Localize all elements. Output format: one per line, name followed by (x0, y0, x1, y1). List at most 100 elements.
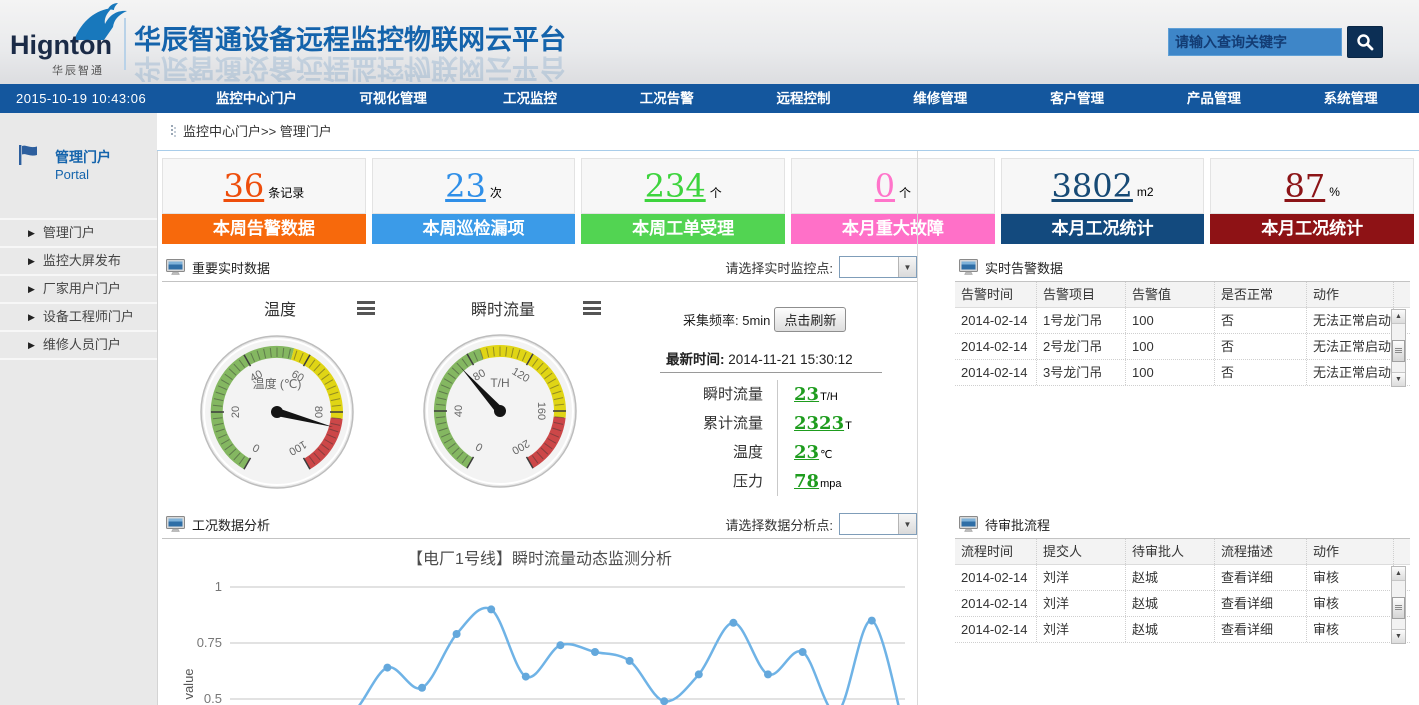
logo-brand: Hignton (10, 30, 112, 61)
reading-row-3: 压力78mpa (645, 467, 905, 496)
stat-card-value-area: 3802m2 (1001, 158, 1205, 214)
sidebar-menu: ▶管理门户▶监控大屏发布▶厂家用户门户▶设备工程师门户▶维修人员门户 (0, 218, 157, 360)
nav-item-7[interactable]: 产品管理 (1145, 84, 1282, 113)
nav-item-4[interactable]: 远程控制 (735, 84, 872, 113)
data-cell: 2014-02-14 (955, 565, 1037, 590)
sidebar-item-2[interactable]: ▶厂家用户门户 (0, 274, 157, 302)
stat-card-label[interactable]: 本周告警数据 (162, 214, 366, 244)
nav-item-5[interactable]: 维修管理 (872, 84, 1009, 113)
monitor-point-select[interactable]: ▼ (839, 256, 917, 278)
latest-time-value: 2014-11-21 15:30:12 (728, 352, 852, 367)
monitor-icon (955, 516, 979, 533)
gauge-temp-menu-icon[interactable] (357, 301, 375, 315)
triangle-right-icon: ▶ (28, 312, 35, 322)
latest-time-label: 最新时间: (666, 352, 725, 367)
search-input[interactable] (1168, 28, 1342, 56)
svg-text:1: 1 (215, 579, 222, 594)
stat-card-label[interactable]: 本周工单受理 (581, 214, 785, 244)
nav-item-8[interactable]: 系统管理 (1282, 84, 1419, 113)
data-cell: 3号龙门吊 (1037, 360, 1126, 385)
reading-row-1: 累计流量2323T (645, 409, 905, 438)
sidebar-item-1[interactable]: ▶监控大屏发布 (0, 246, 157, 274)
nav-item-1[interactable]: 可视化管理 (325, 84, 462, 113)
sidebar-subtitle: Portal (55, 167, 89, 182)
temperature-gauge: 020406080100温度 (℃) (197, 332, 357, 495)
scroll-up-icon[interactable]: ▲ (1392, 310, 1405, 324)
table-header-row: 流程时间提交人待审批人流程描述动作 (955, 539, 1410, 565)
reading-value: 2323 (794, 413, 844, 434)
reading-unit: T (845, 420, 852, 432)
monitor-icon (955, 259, 979, 276)
column-header: 告警值 (1126, 282, 1215, 307)
logo-subtitle: 华辰智通 (52, 62, 104, 78)
column-separator (917, 151, 918, 705)
breadcrumb[interactable]: 监控中心门户>> 管理门户 (157, 113, 1419, 151)
stat-card-label[interactable]: 本月工况统计 (1210, 214, 1414, 244)
table-row-0: 2014-02-14刘洋赵城查看详细审核 (955, 565, 1410, 591)
action-cell[interactable]: 审核 (1307, 617, 1394, 642)
scroll-up-icon[interactable]: ▲ (1392, 567, 1405, 581)
nav-item-0[interactable]: 监控中心门户 (188, 84, 325, 113)
action-cell[interactable]: 无法正常启动 (1307, 334, 1394, 359)
chart-title: 【电厂1号线】瞬时流量动态监测分析 (162, 545, 917, 569)
stat-card-label[interactable]: 本周巡检漏项 (372, 214, 576, 244)
breadcrumb-text: 监控中心门户>> 管理门户 (183, 124, 332, 139)
scroll-thumb[interactable] (1392, 597, 1405, 619)
stat-card-value: 3802 (1051, 167, 1132, 205)
gauge-flow-title: 瞬时流量 (455, 296, 551, 320)
action-cell[interactable]: 审核 (1307, 591, 1394, 616)
reading-label: 压力 (645, 467, 778, 496)
action-cell[interactable]: 审核 (1307, 565, 1394, 590)
alarm-table-scrollbar[interactable]: ▲ ▼ (1391, 309, 1406, 387)
readings-list: 瞬时流量23T/H累计流量2323T温度23℃压力78mpa (645, 380, 905, 496)
latest-time-row: 最新时间: 2014-11-21 15:30:12 (666, 348, 853, 368)
stat-card-value-area: 23次 (372, 158, 576, 214)
data-cell: 刘洋 (1037, 591, 1126, 616)
analysis-select-label: 请选择数据分析点: (725, 515, 833, 534)
scroll-down-icon[interactable]: ▼ (1392, 629, 1405, 643)
column-header: 动作 (1307, 282, 1394, 307)
scroll-down-icon[interactable]: ▼ (1392, 372, 1405, 386)
column-header: 流程描述 (1215, 539, 1307, 564)
column-header: 是否正常 (1215, 282, 1307, 307)
stat-card-value-area: 87% (1210, 158, 1414, 214)
refresh-button[interactable]: 点击刷新 (774, 307, 846, 332)
monitor-icon (162, 259, 186, 276)
action-cell[interactable]: 无法正常启动 (1307, 308, 1394, 333)
stat-card-label[interactable]: 本月工况统计 (1001, 214, 1205, 244)
sidebar-item-4[interactable]: ▶维修人员门户 (0, 330, 157, 360)
page: Hignton 华辰智通 华辰智通设备远程监控物联网云平台 华辰智通设备远程监控… (0, 0, 1419, 705)
data-cell: 2014-02-14 (955, 308, 1037, 333)
nav-item-6[interactable]: 客户管理 (1009, 84, 1146, 113)
nav-item-2[interactable]: 工况监控 (462, 84, 599, 113)
approval-table-scrollbar[interactable]: ▲ ▼ (1391, 566, 1406, 644)
approval-panel-title: 待审批流程 (985, 515, 1050, 534)
realtime-panel-title: 重要实时数据 (192, 258, 270, 277)
table-row-2: 2014-02-14刘洋赵城查看详细审核 (955, 617, 1410, 643)
stat-card-unit: 条记录 (268, 184, 304, 201)
data-cell: 2014-02-14 (955, 591, 1037, 616)
alarm-table: 告警时间告警项目告警值是否正常动作2014-02-141号龙门吊100否无法正常… (955, 282, 1410, 386)
stat-card-value: 0 (875, 167, 895, 205)
alarm-panel-header: 实时告警数据 (955, 253, 1410, 282)
gauge-flow-menu-icon[interactable] (583, 301, 601, 315)
search-button[interactable] (1347, 26, 1383, 58)
stat-card-value-area: 36条记录 (162, 158, 366, 214)
reading-unit: ℃ (820, 449, 832, 461)
scroll-thumb[interactable] (1392, 340, 1405, 362)
column-header: 告警时间 (955, 282, 1037, 307)
stat-card-unit: 次 (490, 184, 502, 201)
breadcrumb-icon (171, 125, 177, 137)
reading-row-2: 温度23℃ (645, 438, 905, 467)
sidebar-item-0[interactable]: ▶管理门户 (0, 218, 157, 246)
action-cell[interactable]: 无法正常启动 (1307, 360, 1394, 385)
data-cell: 2014-02-14 (955, 360, 1037, 385)
nav-item-3[interactable]: 工况告警 (598, 84, 735, 113)
stat-card-1: 23次本周巡检漏项 (372, 158, 576, 244)
column-header: 告警项目 (1037, 282, 1126, 307)
analysis-point-select[interactable]: ▼ (839, 513, 917, 535)
monitor-select-label: 请选择实时监控点: (725, 258, 833, 277)
stat-card-0: 36条记录本周告警数据 (162, 158, 366, 244)
sidebar-item-3[interactable]: ▶设备工程师门户 (0, 302, 157, 330)
stat-card-label[interactable]: 本月重大故障 (791, 214, 995, 244)
